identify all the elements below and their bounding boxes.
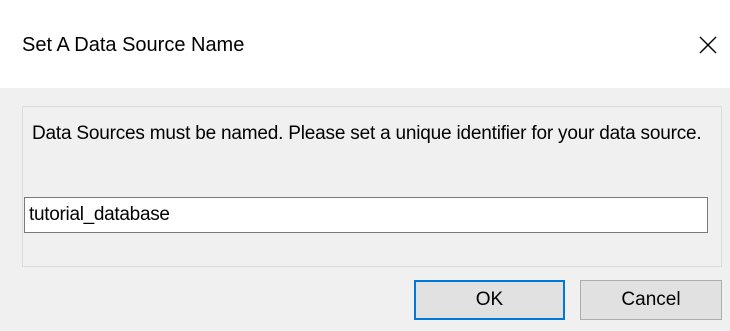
cancel-button[interactable]: Cancel — [580, 280, 722, 320]
close-icon — [698, 35, 718, 55]
instruction-message: Data Sources must be named. Please set a… — [32, 123, 702, 144]
ok-button[interactable]: OK — [414, 280, 565, 320]
title-bar: Set A Data Source Name — [0, 0, 730, 88]
close-button[interactable] — [686, 22, 730, 68]
dialog-title: Set A Data Source Name — [22, 34, 245, 56]
set-data-source-name-dialog: Set A Data Source Name Data Sources must… — [0, 0, 730, 331]
content-panel: Data Sources must be named. Please set a… — [22, 106, 722, 267]
data-source-name-input[interactable] — [24, 197, 708, 233]
